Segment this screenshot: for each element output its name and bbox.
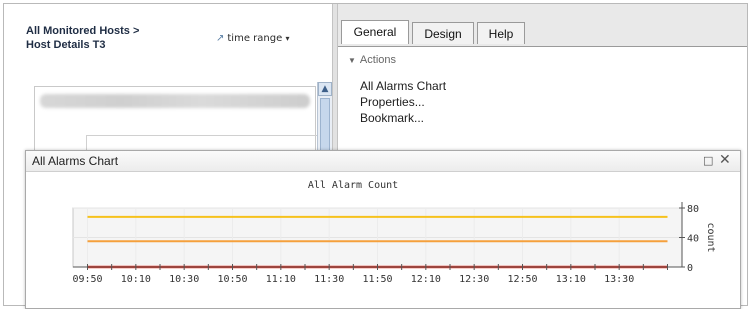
tab-design[interactable]: Design bbox=[412, 22, 474, 44]
tab-underline bbox=[338, 46, 747, 47]
x-tick-label: 13:30 bbox=[604, 274, 634, 285]
x-tick-label: 11:10 bbox=[266, 274, 296, 285]
chevron-down-icon: ▾ bbox=[285, 34, 290, 43]
actions-list: All Alarms Chart Properties... Bookmark.… bbox=[360, 78, 446, 126]
actions-section-header[interactable]: ▼ Actions bbox=[348, 54, 396, 66]
actions-header-label: Actions bbox=[359, 54, 396, 66]
clock-arrow-icon: ↗ bbox=[216, 33, 225, 44]
y-tick-label: 40 bbox=[687, 234, 699, 245]
collapse-triangle-icon: ▼ bbox=[348, 56, 356, 65]
breadcrumb-link-all-monitored-hosts[interactable]: All Monitored Hosts > bbox=[26, 24, 139, 38]
x-tick-label: 10:30 bbox=[169, 274, 199, 285]
time-range-label: time range bbox=[227, 33, 283, 44]
y-axis: 0 40 80 bbox=[679, 202, 699, 274]
chart-title: All Alarm Count bbox=[308, 180, 398, 191]
page-title: Host Details T3 bbox=[26, 39, 106, 51]
scroll-up-button[interactable]: ▲ bbox=[318, 82, 332, 96]
chart-window-titlebar[interactable]: All Alarms Chart □ ✕ bbox=[26, 151, 740, 172]
maximize-icon[interactable]: □ bbox=[703, 154, 713, 167]
x-axis: 09:50 10:10 10:30 10:50 11:10 11:30 11:50 12:10… bbox=[72, 264, 682, 285]
x-tick-label: 10:50 bbox=[217, 274, 247, 285]
action-bookmark[interactable]: Bookmark... bbox=[360, 110, 446, 126]
time-range-selector[interactable]: ↗ time range ▾ bbox=[216, 33, 289, 44]
x-tick-label: 10:10 bbox=[121, 274, 151, 285]
x-tick-label: 11:30 bbox=[314, 274, 344, 285]
action-properties[interactable]: Properties... bbox=[360, 94, 446, 110]
vertical-scrollbar[interactable]: ▲ bbox=[317, 82, 332, 158]
all-alarm-count-chart: All Alarm Count 09:50 10:10 10:30 10:50 11:1… bbox=[72, 180, 716, 285]
scroll-thumb[interactable] bbox=[320, 98, 330, 158]
breadcrumb: All Monitored Hosts > Host Details T3 bbox=[26, 24, 139, 52]
x-tick-label: 12:10 bbox=[411, 274, 441, 285]
x-tick-label: 09:50 bbox=[72, 274, 102, 285]
x-tick-label: 11:50 bbox=[362, 274, 392, 285]
tab-help[interactable]: Help bbox=[477, 22, 525, 44]
blurred-text bbox=[40, 94, 310, 108]
tab-bar: General Design Help bbox=[338, 4, 747, 46]
y-tick-label: 0 bbox=[687, 263, 693, 274]
close-icon[interactable]: ✕ bbox=[719, 152, 731, 168]
y-tick-label: 80 bbox=[687, 204, 699, 215]
chart-window-title: All Alarms Chart bbox=[32, 154, 119, 168]
action-all-alarms-chart[interactable]: All Alarms Chart bbox=[360, 78, 446, 94]
y-axis-label: count bbox=[705, 222, 716, 252]
x-tick-label: 12:30 bbox=[459, 274, 489, 285]
x-tick-label: 13:10 bbox=[556, 274, 586, 285]
tab-general[interactable]: General bbox=[341, 20, 409, 44]
x-tick-label: 12:50 bbox=[507, 274, 537, 285]
all-alarms-chart-window: All Alarms Chart □ ✕ All Alarm Count 09:… bbox=[25, 150, 741, 309]
